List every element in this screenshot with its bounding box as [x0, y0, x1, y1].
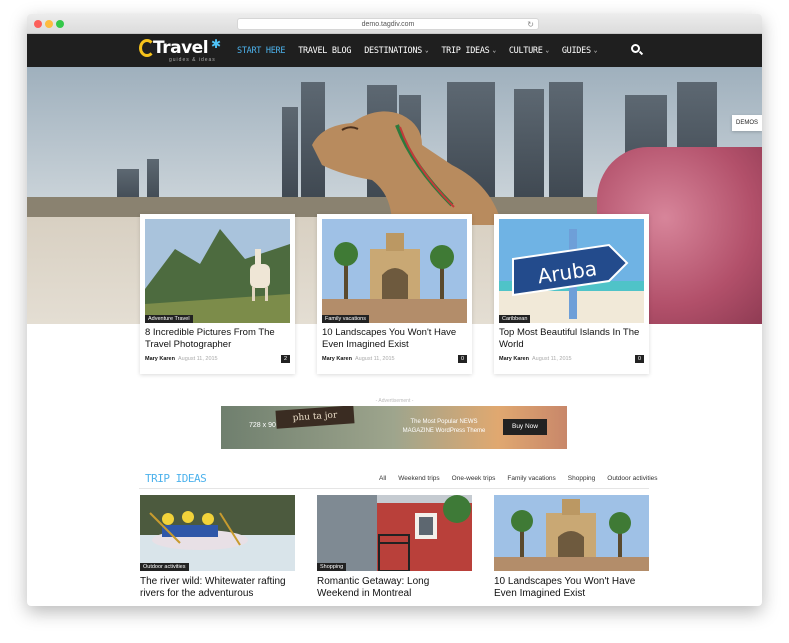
trip-post[interactable]: 10 Landscapes You Won't Have Even Imagin… — [494, 495, 649, 600]
nav-item-guides[interactable]: GUIDES ⌄ — [562, 46, 598, 56]
featured-card[interactable]: Family vacations 10 Landscapes You Won't… — [317, 214, 472, 374]
skyline-building — [549, 82, 583, 207]
category-tag[interactable]: Family vacations — [322, 315, 369, 323]
post-author[interactable]: Mary Karen — [322, 356, 352, 362]
nav-item-travel-blog[interactable]: TRAVEL BLOG — [298, 46, 351, 56]
category-tag[interactable]: Caribbean — [499, 315, 531, 323]
post-author[interactable]: Mary Karen — [145, 356, 175, 362]
category-tag[interactable]: Adventure Travel — [145, 315, 193, 323]
post-title[interactable]: Top Most Beautiful Islands In The World — [499, 327, 644, 351]
category-filters: All Weekend trips One-week trips Family … — [367, 475, 658, 482]
palm-tree-icon: ✱ — [211, 37, 222, 51]
browser-chrome: demo.tagdiv.com ↻ — [27, 14, 762, 34]
site-logo[interactable]: Travel ✱ guides & ideas — [139, 37, 223, 64]
monument-image — [494, 495, 649, 571]
post-thumbnail[interactable]: Shopping — [317, 495, 472, 571]
post-thumbnail[interactable] — [494, 495, 649, 571]
post-thumbnail[interactable]: Family vacations — [322, 219, 467, 323]
post-thumbnail[interactable]: Aruba Caribbean — [499, 219, 644, 323]
post-title[interactable]: The river wild: Whitewater rafting river… — [140, 576, 295, 600]
filter-one-week-trips[interactable]: One-week trips — [452, 475, 496, 482]
post-author[interactable]: Mary Karen — [499, 356, 529, 362]
main-navigation: Travel ✱ guides & ideas START HERE TRAVE… — [27, 34, 762, 67]
chevron-down-icon: ⌄ — [593, 47, 598, 54]
nav-item-trip-ideas[interactable]: TRIP IDEAS ⌄ — [441, 46, 496, 56]
post-thumbnail[interactable]: Outdoor activities — [140, 495, 295, 571]
post-title[interactable]: Romantic Getaway: Long Weekend in Montre… — [317, 576, 472, 600]
post-date: August 11, 2015 — [531, 356, 572, 362]
chevron-down-icon: ⌄ — [545, 47, 550, 54]
chevron-down-icon: ⌄ — [492, 47, 497, 54]
montreal-image — [317, 495, 472, 571]
comment-count[interactable]: 0 — [634, 355, 644, 363]
filter-shopping[interactable]: Shopping — [568, 475, 595, 482]
nav-menu: START HERE TRAVEL BLOG DESTINATIONS ⌄ TRI… — [237, 34, 610, 67]
logo-text: Travel — [153, 38, 209, 58]
reload-icon[interactable]: ↻ — [527, 19, 534, 30]
post-thumbnail[interactable]: Adventure Travel — [145, 219, 290, 323]
ad-sign: phu ta jor — [275, 406, 355, 429]
camel-illustration — [312, 111, 502, 225]
search-icon[interactable] — [631, 44, 640, 53]
rafting-image — [140, 495, 295, 571]
post-meta: Mary Karen August 11, 2015 0 — [499, 355, 644, 363]
advertisement-label: - Advertisement - — [375, 398, 414, 404]
post-meta: Mary Karen August 11, 2015 0 — [322, 355, 467, 363]
filter-weekend-trips[interactable]: Weekend trips — [398, 475, 439, 482]
ad-text: The Most Popular NEWS MAGAZINE WordPress… — [402, 419, 486, 434]
trip-post[interactable]: Outdoor activities The river wild: White… — [140, 495, 295, 600]
skyline-building — [514, 89, 544, 207]
post-date: August 11, 2015 — [354, 356, 395, 362]
nav-item-start-here[interactable]: START HERE — [237, 46, 285, 56]
category-tag[interactable]: Outdoor activities — [140, 563, 189, 571]
post-title[interactable]: 10 Landscapes You Won't Have Even Imagin… — [322, 327, 467, 351]
comment-count[interactable]: 2 — [280, 355, 290, 363]
nav-item-destinations[interactable]: DESTINATIONS ⌄ — [364, 46, 428, 56]
skyline-building — [282, 107, 298, 207]
comment-count[interactable]: 0 — [457, 355, 467, 363]
post-meta: Mary Karen August 11, 2015 2 — [145, 355, 290, 363]
address-bar[interactable]: demo.tagdiv.com ↻ — [237, 18, 539, 30]
chevron-down-icon: ⌄ — [425, 47, 429, 54]
aruba-sign-image: Aruba — [499, 219, 644, 323]
zoom-window-button[interactable] — [56, 20, 64, 28]
post-title[interactable]: 8 Incredible Pictures From The Travel Ph… — [145, 327, 290, 351]
buy-now-button[interactable]: Buy Now — [503, 419, 547, 435]
featured-card[interactable]: Aruba Caribbean Top Most Beautiful Islan… — [494, 214, 649, 374]
category-tag[interactable]: Shopping — [317, 563, 347, 571]
filter-family-vacations[interactable]: Family vacations — [507, 475, 555, 482]
url-text: demo.tagdiv.com — [361, 21, 415, 28]
minimize-window-button[interactable] — [45, 20, 53, 28]
nav-item-culture[interactable]: CULTURE ⌄ — [509, 46, 549, 56]
close-window-button[interactable] — [34, 20, 42, 28]
demos-button[interactable]: DEMOS — [732, 115, 762, 131]
trip-post[interactable]: Shopping Romantic Getaway: Long Weekend … — [317, 495, 472, 600]
machu-picchu-image — [145, 219, 290, 323]
monument-image — [322, 219, 467, 323]
filter-outdoor-activities[interactable]: Outdoor activities — [607, 475, 657, 482]
browser-window: demo.tagdiv.com ↻ Travel ✱ guides & idea… — [27, 14, 762, 606]
featured-card[interactable]: Adventure Travel 8 Incredible Pictures F… — [140, 214, 295, 374]
filter-all[interactable]: All — [379, 475, 386, 482]
advertisement-banner[interactable]: 728 x 90 Ad phu ta jor The Most Popular … — [221, 406, 567, 449]
section-heading: TRIP IDEAS — [145, 472, 207, 485]
post-date: August 11, 2015 — [177, 356, 218, 362]
section-divider — [139, 488, 649, 489]
logo-subtitle: guides & ideas — [169, 57, 216, 63]
post-title[interactable]: 10 Landscapes You Won't Have Even Imagin… — [494, 576, 649, 600]
